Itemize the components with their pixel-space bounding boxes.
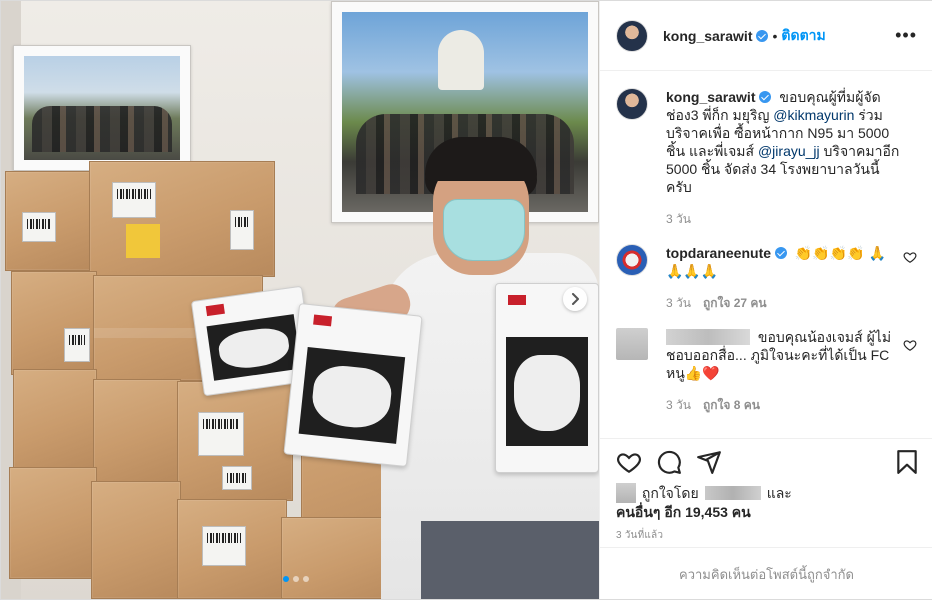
commenter-username[interactable]: topdaraneenute [666,245,771,261]
share-icon[interactable] [696,449,722,475]
more-options-icon[interactable]: ••• [895,26,917,44]
carousel-indicator [283,576,309,582]
n95-mask-bag [495,283,599,473]
verified-badge-icon [756,29,769,42]
surgical-mask [443,199,525,261]
post-side-panel: kong_sarawit • ติดตาม ••• kong_sarawit ข… [599,1,932,599]
wall-picture-frame-left [13,45,191,171]
verified-badge-icon [775,247,788,259]
post-timestamp[interactable]: 3 วันที่แล้ว [616,528,663,543]
caption-time[interactable]: 3 วัน [666,210,691,228]
comment-item: ขอบคุณน้องเจมส์ ผู้ไม่ชอบออกสื่อ... ภูมิ… [616,328,917,414]
heart-icon[interactable] [616,449,642,475]
caption-avatar[interactable] [616,88,648,120]
chevron-right-icon [572,293,579,305]
person-pants [421,521,599,599]
carousel-dot-active [283,576,289,582]
author-username[interactable]: kong_sarawit [663,28,752,44]
comment-time[interactable]: 3 วัน [666,294,691,312]
bookmark-icon[interactable] [894,449,920,475]
liked-by-summary: ถูกใจโดย และ คนอื่นๆ อีก 19,453 คน [616,483,916,521]
post-photo[interactable] [1,1,599,599]
caption: kong_sarawit ขอบคุณผู้ที่มผู้จัดช่อง3 พี… [616,88,917,228]
instagram-post-modal: kong_sarawit • ติดตาม ••• kong_sarawit ข… [0,0,932,600]
carton-box [177,381,293,501]
heart-icon[interactable] [903,250,917,264]
redacted-username[interactable] [666,329,750,345]
header-separator: • [772,27,778,44]
carton-box [89,161,275,277]
carton-box [91,481,181,599]
next-photo-button[interactable] [563,287,587,311]
post-actions: ถูกใจโดย และ คนอื่นๆ อีก 19,453 คน 3 วันท… [600,438,932,599]
action-icons [616,449,918,475]
carousel-dot [303,576,309,582]
comments-list[interactable]: kong_sarawit ขอบคุณผู้ที่มผู้จัดช่อง3 พี… [600,72,932,438]
post-header: kong_sarawit • ติดตาม ••• [600,1,932,71]
carton-box [13,369,97,473]
heart-icon[interactable] [903,338,917,352]
comment-icon[interactable] [656,449,682,475]
liked-by-prefix: ถูกใจโดย [641,485,699,501]
liker-avatar[interactable] [616,483,636,503]
n95-mask-bag [283,302,423,468]
commenter-avatar[interactable] [616,328,648,360]
comment-time[interactable]: 3 วัน [666,396,691,414]
carton-box [93,379,181,483]
commenter-avatar[interactable] [616,244,648,276]
carton-box [11,271,97,375]
redacted-liker[interactable] [704,486,761,500]
comments-limited-notice: ความคิดเห็นต่อโพสต์นี้ถูกจำกัด [600,547,932,600]
comment-item: topdaraneenute 👏👏👏👏 🙏🙏🙏🙏 3 วัน ถูกใจ 27 … [616,244,917,312]
comment-likes[interactable]: ถูกใจ 8 คน [703,396,760,414]
liked-by-and: และ [766,485,792,501]
person-hair-top [425,137,537,181]
caption-username[interactable]: kong_sarawit [666,89,755,105]
liked-by-others-link[interactable]: คนอื่นๆ อีก 19,453 คน [616,504,751,520]
follow-button[interactable]: ติดตาม [781,25,825,47]
verified-badge-icon [759,91,772,103]
author-avatar[interactable] [616,19,648,52]
carton-box [177,499,287,599]
carton-box [5,171,93,271]
mention-link[interactable]: @kikmayurin [773,107,854,123]
comment-likes[interactable]: ถูกใจ 27 คน [703,294,767,312]
carousel-dot [293,576,299,582]
carton-box [9,467,97,579]
mention-link[interactable]: @jirayu_jj [758,143,820,159]
